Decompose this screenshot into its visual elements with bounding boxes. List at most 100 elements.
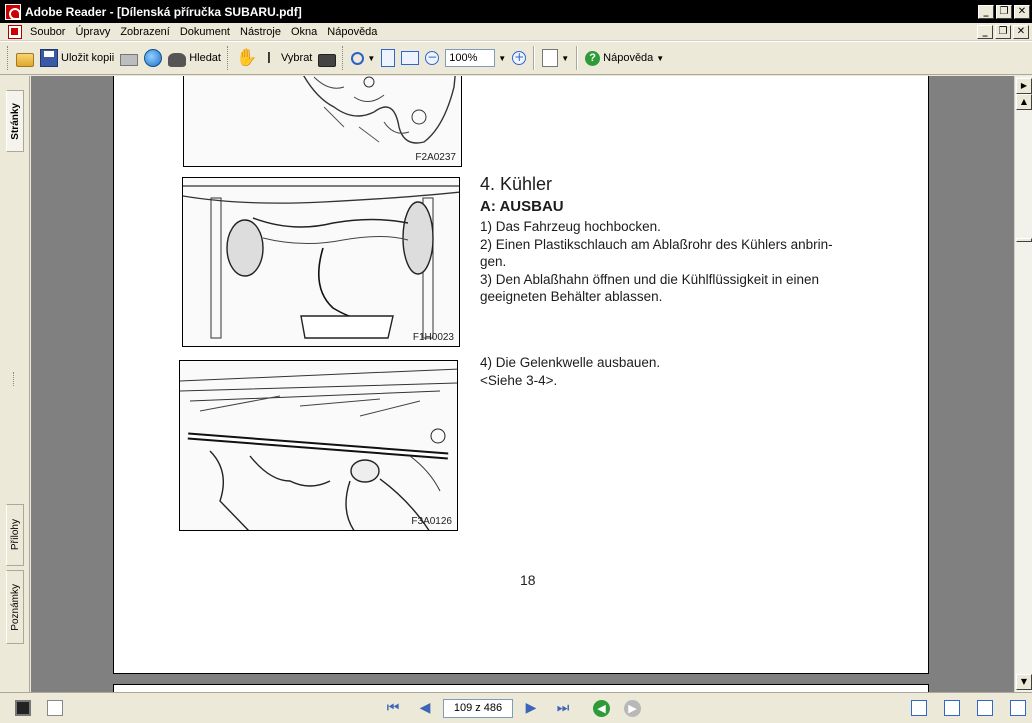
pages-icon [542, 49, 559, 67]
menu-dokument[interactable]: Dokument [176, 26, 236, 38]
figure-driveshaft: F3A0126 [179, 360, 458, 531]
next-page-button[interactable]: ▶ [521, 698, 541, 718]
menu-zobrazeni[interactable]: Zobrazení [116, 26, 176, 38]
select-tool-button[interactable]: Ⅰ Vybrat [257, 45, 315, 71]
window-title: Adobe Reader - [Dílenská příručka SUBARU… [25, 4, 302, 19]
continuous-facing-view-icon[interactable] [1010, 700, 1026, 716]
menu-okna[interactable]: Okna [287, 26, 323, 38]
toolbar-grip[interactable] [7, 46, 10, 70]
zoom-in-icon: + [512, 50, 527, 65]
tab-pages[interactable]: Stránky [6, 90, 24, 152]
save-copy-label: Uložit kopii [61, 52, 115, 64]
doc-minimize-button[interactable]: _ [977, 24, 993, 39]
step-line: 1) Das Fahrzeug hochbocken. [480, 219, 661, 234]
globe-mail-icon [144, 49, 163, 67]
figure-drain-radiator: F1H0023 [182, 177, 460, 347]
panel-resize-grip[interactable] [13, 372, 16, 386]
single-page-view-icon[interactable] [911, 700, 927, 716]
drain-illustration [183, 185, 459, 339]
binoculars-icon [168, 52, 187, 67]
open-button[interactable] [13, 45, 37, 71]
chevron-down-icon: ▼ [656, 53, 665, 63]
search-label: Hledat [189, 52, 221, 64]
page-number-input[interactable]: 109 z 486 [443, 698, 513, 718]
figure-id: F2A0237 [415, 152, 456, 163]
first-page-button[interactable]: ⏮ [383, 698, 403, 718]
search-button[interactable]: Hledat [165, 45, 224, 71]
help-icon: ? [585, 50, 601, 66]
hand-tool-button[interactable]: ✋ [233, 45, 257, 71]
save-copy-button[interactable]: Uložit kopii [37, 45, 117, 71]
zoom-select[interactable]: 100% ▼ [442, 45, 509, 71]
chevron-down-icon: ▼ [367, 53, 376, 63]
menu-upravy[interactable]: Úpravy [71, 26, 116, 38]
help-button[interactable]: ? Nápověda ▼ [582, 45, 667, 71]
instruction-step4: 4) Die Gelenkwelle ausbauen. <Siehe 3-4>… [480, 354, 890, 389]
camera-icon [318, 53, 337, 67]
tab-attachments[interactable]: Přílohy [6, 504, 24, 566]
step-line: <Siehe 3-4>. [480, 372, 558, 388]
scroll-thumb[interactable] [1016, 238, 1032, 242]
last-page-button[interactable]: ⏭ [553, 698, 573, 718]
select-label: Vybrat [280, 52, 313, 64]
restore-button[interactable]: ❐ [996, 4, 1012, 19]
pdf-page: F2A0237 F1H0023 F3A0126 4. Kühler A: AUS… [113, 76, 929, 674]
page-number: 18 [520, 572, 536, 588]
scroll-up-button[interactable]: ▲ [1016, 94, 1032, 110]
email-button[interactable] [141, 45, 165, 71]
chevron-down-icon: ▼ [498, 53, 507, 63]
figure-engine: F2A0237 [183, 76, 462, 167]
facing-view-icon[interactable] [977, 700, 993, 716]
doc-restore-button[interactable]: ❐ [995, 24, 1011, 39]
tab-attachments-label: Přílohy [9, 519, 21, 551]
menu-nastroje[interactable]: Nástroje [236, 26, 287, 38]
section-heading: 4. Kühler [480, 174, 553, 194]
previous-page-icon: ◀ [419, 700, 431, 716]
menu-soubor[interactable]: Soubor [26, 26, 71, 38]
magnifier-icon [351, 51, 365, 65]
pages-button[interactable]: ▼ [539, 45, 572, 71]
navigation-panel: Stránky Přílohy Poznámky [0, 76, 30, 692]
back-view-button[interactable]: ◀ [593, 699, 610, 717]
toolbar-grip-2[interactable] [226, 46, 230, 70]
figure-id: F1H0023 [412, 332, 454, 343]
tab-comments-label: Poznámky [9, 583, 21, 631]
tab-pages-label: Stránky [9, 102, 21, 140]
instruction-steps: 1) Das Fahrzeug hochbocken. 2) Einen Pla… [480, 218, 890, 306]
close-button[interactable]: ✕ [1014, 4, 1030, 19]
forward-view-button[interactable]: ▶ [624, 699, 641, 717]
step-line: 4) Die Gelenkwelle ausbauen. [480, 355, 661, 370]
zoom-out-icon: − [425, 50, 440, 65]
document-icon[interactable] [47, 700, 63, 716]
tab-comments[interactable]: Poznámky [6, 570, 24, 644]
vertical-scrollbar[interactable]: ▶ ▲ ▼ [1014, 76, 1032, 692]
step-line: 2) Einen Plastikschlauch am Ablaßrohr de… [480, 236, 833, 252]
menu-bar: Soubor Úpravy Zobrazení Dokument Nástroj… [0, 23, 1032, 41]
pdf-document-icon[interactable] [8, 24, 22, 39]
arrow-left-icon: ◀ [597, 701, 606, 715]
previous-page-button[interactable]: ◀ [415, 698, 435, 718]
zoom-tool-button[interactable]: ▼ [348, 45, 378, 71]
document-view[interactable]: F2A0237 F1H0023 F3A0126 4. Kühler A: AUS… [31, 76, 1014, 692]
minimize-button[interactable]: _ [978, 4, 994, 19]
step-line: 3) Den Ablaßhahn öffnen und die Kühlflüs… [480, 271, 819, 287]
zoom-in-button[interactable]: + [509, 45, 529, 71]
continuous-view-icon[interactable] [944, 700, 960, 716]
menu-napoveda[interactable]: Nápověda [323, 26, 383, 38]
print-button[interactable] [117, 45, 141, 71]
monitor-icon[interactable] [15, 700, 31, 716]
page-up-button[interactable]: ▶ [1016, 78, 1032, 94]
zoom-out-button[interactable]: − [422, 45, 442, 71]
zoom-input[interactable]: 100% [445, 49, 496, 67]
fit-width-button[interactable] [398, 45, 422, 71]
doc-close-button[interactable]: ✕ [1013, 24, 1029, 39]
fit-page-button[interactable] [378, 45, 398, 71]
snapshot-button[interactable] [315, 45, 339, 71]
status-bar: ⏮ ◀ 109 z 486 ▶ ⏭ ◀ ▶ [0, 692, 1032, 723]
hand-icon: ✋ [235, 48, 258, 67]
chevron-down-icon: ▼ [561, 53, 570, 63]
scroll-down-button[interactable]: ▼ [1016, 674, 1032, 690]
toolbar-separator [576, 46, 579, 70]
next-page-icon: ▶ [525, 700, 537, 716]
toolbar-grip-3[interactable] [342, 46, 345, 70]
